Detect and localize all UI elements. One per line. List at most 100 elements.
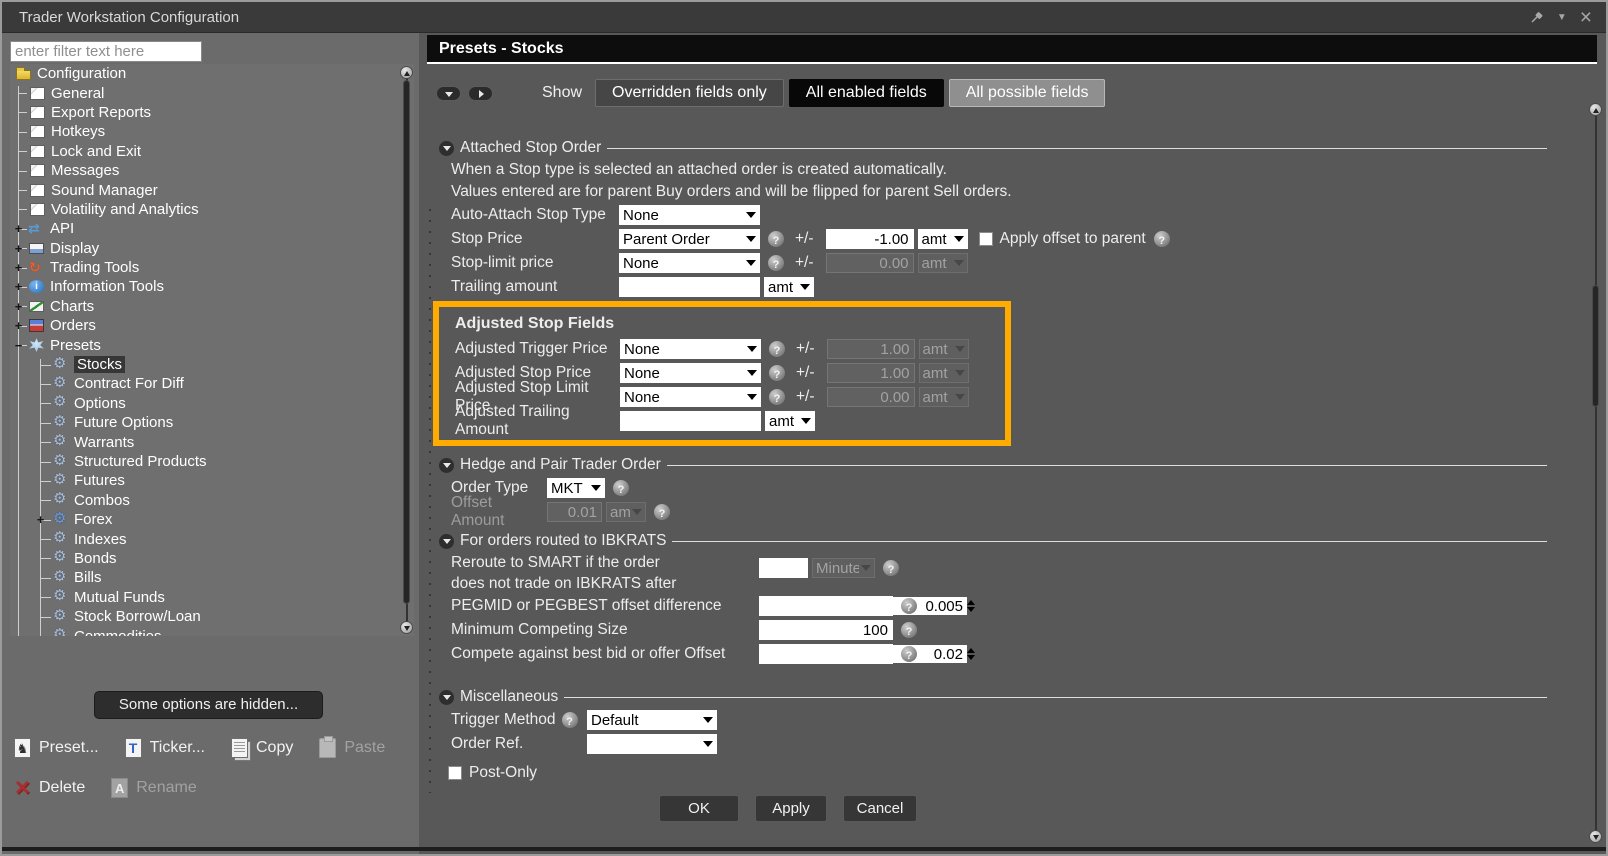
tree-item-general[interactable]: General <box>10 83 414 102</box>
tree-expander[interactable]: − <box>13 340 24 351</box>
spinner-arrows-icon[interactable] <box>967 600 978 612</box>
tree-item-messages[interactable]: Messages <box>10 161 414 180</box>
compete-offset-input[interactable] <box>760 645 967 663</box>
adjusted-trailing-unit-select[interactable]: amt <box>765 411 815 431</box>
cancel-button[interactable]: Cancel <box>843 795 917 822</box>
reroute-minutes-input[interactable] <box>759 558 808 578</box>
collapse-caret-icon[interactable] <box>439 690 454 705</box>
scroll-up-icon[interactable] <box>400 66 413 79</box>
spinner-arrows-icon[interactable] <box>967 648 978 660</box>
pegmid-offset-spinner[interactable] <box>759 596 893 616</box>
trigger-method-select[interactable]: Default <box>587 710 717 730</box>
help-icon[interactable] <box>613 480 629 496</box>
tree-item-sound-manager[interactable]: Sound Manager <box>10 180 414 199</box>
scrollbar-thumb[interactable] <box>403 80 410 604</box>
tree-item-stocks[interactable]: Stocks <box>10 355 414 374</box>
trailing-amount-unit-select[interactable]: amt <box>764 277 814 297</box>
collapse-caret-icon[interactable] <box>439 534 454 549</box>
tree-item-presets[interactable]: − Presets <box>10 335 414 354</box>
adjusted-stop-price-select[interactable]: None <box>620 363 761 383</box>
filter-all-possible-fields-button[interactable]: All possible fields <box>949 79 1106 107</box>
tree-item-information-tools[interactable]: + Information Tools <box>10 277 414 296</box>
help-icon[interactable] <box>769 365 785 381</box>
help-icon[interactable] <box>654 504 670 520</box>
apply-offset-to-parent-checkbox[interactable] <box>979 232 993 246</box>
help-icon[interactable] <box>901 598 917 614</box>
tree-item-futures[interactable]: Futures <box>10 471 414 490</box>
stop-price-select[interactable]: Parent Order <box>619 229 760 249</box>
help-icon[interactable] <box>1154 231 1170 247</box>
help-icon[interactable] <box>769 389 785 405</box>
tree-item-warrants[interactable]: Warrants <box>10 432 414 451</box>
tree-expander[interactable]: + <box>13 262 24 273</box>
tree-item-bonds[interactable]: Bonds <box>10 549 414 568</box>
tree-item-lock-and-exit[interactable]: Lock and Exit <box>10 142 414 161</box>
filter-overridden-fields-button[interactable]: Overridden fields only <box>595 79 784 107</box>
adjusted-trigger-price-select[interactable]: None <box>620 339 761 359</box>
help-icon[interactable] <box>883 560 899 576</box>
expand-all-sections-button[interactable] <box>468 86 493 101</box>
scroll-up-icon[interactable] <box>1589 103 1602 116</box>
scroll-down-icon[interactable] <box>400 621 413 634</box>
filter-all-enabled-fields-button[interactable]: All enabled fields <box>789 79 944 107</box>
adjusted-stop-limit-price-select[interactable]: None <box>620 387 761 407</box>
pegmid-offset-input[interactable] <box>760 597 967 615</box>
tree-item-mutual-funds[interactable]: Mutual Funds <box>10 588 414 607</box>
paste-button[interactable]: Paste <box>319 738 385 758</box>
help-icon[interactable] <box>901 646 917 662</box>
order-ref-select[interactable] <box>587 734 717 754</box>
tree-expander[interactable]: + <box>35 514 46 525</box>
tree-item-contract-for-diff[interactable]: Contract For Diff <box>10 374 414 393</box>
order-type-select[interactable]: MKT <box>547 478 605 498</box>
tree-expander[interactable]: + <box>13 281 24 292</box>
copy-button[interactable]: Copy <box>231 738 293 758</box>
options-hidden-button[interactable]: Some options are hidden... <box>94 691 323 719</box>
collapse-caret-icon[interactable] <box>439 458 454 473</box>
tree-item-orders[interactable]: + Orders <box>10 316 414 335</box>
help-icon[interactable] <box>562 712 578 728</box>
tree-item-stock-borrow-loan[interactable]: Stock Borrow/Loan <box>10 607 414 626</box>
pin-icon[interactable] <box>1529 10 1544 25</box>
scrollbar-thumb[interactable] <box>1592 285 1599 407</box>
post-only-checkbox[interactable] <box>448 766 462 780</box>
tree-item-configuration[interactable]: Configuration <box>10 64 414 83</box>
collapse-caret-icon[interactable] <box>439 141 454 156</box>
trailing-amount-input[interactable] <box>619 277 760 297</box>
tree-expander[interactable]: + <box>13 301 24 312</box>
collapse-all-sections-button[interactable] <box>436 86 461 101</box>
tree-expander[interactable]: + <box>13 320 24 331</box>
help-icon[interactable] <box>901 622 917 638</box>
tree-item-api[interactable]: + API <box>10 219 414 238</box>
filter-input[interactable] <box>10 41 202 62</box>
tree-item-indexes[interactable]: Indexes <box>10 529 414 548</box>
adjusted-trailing-amount-input[interactable] <box>620 411 761 431</box>
close-icon[interactable]: × <box>1580 10 1592 25</box>
tree-item-future-options[interactable]: Future Options <box>10 413 414 432</box>
scroll-down-icon[interactable] <box>1589 830 1602 843</box>
tree-scrollbar[interactable] <box>400 66 413 634</box>
tree-item-options[interactable]: Options <box>10 394 414 413</box>
rename-button[interactable]: Rename <box>111 778 196 798</box>
ok-button[interactable]: OK <box>659 795 739 822</box>
window-dropdown-arrow-icon[interactable]: ▼ <box>1557 12 1567 23</box>
stop-price-offset-input[interactable] <box>826 229 914 249</box>
tree-item-clipped[interactable]: Commodities <box>10 626 414 636</box>
tree-item-structured-products[interactable]: Structured Products <box>10 452 414 471</box>
tree-item-hotkeys[interactable]: Hotkeys <box>10 122 414 141</box>
help-icon[interactable] <box>769 341 785 357</box>
apply-button[interactable]: Apply <box>755 795 827 822</box>
ticker-button[interactable]: Ticker... <box>125 738 205 758</box>
delete-button[interactable]: Delete <box>14 778 85 798</box>
tree-item-combos[interactable]: Combos <box>10 491 414 510</box>
tree-item-forex[interactable]: + Forex <box>10 510 414 529</box>
stop-limit-price-select[interactable]: None <box>619 253 760 273</box>
tree-item-charts[interactable]: + Charts <box>10 297 414 316</box>
help-icon[interactable] <box>768 255 784 271</box>
tree-expander[interactable]: + <box>13 243 24 254</box>
preset-button[interactable]: Preset... <box>14 738 99 758</box>
help-icon[interactable] <box>768 231 784 247</box>
tree-item-volatility-analytics[interactable]: Volatility and Analytics <box>10 200 414 219</box>
auto-attach-stop-type-select[interactable]: None <box>619 205 760 225</box>
tree-item-trading-tools[interactable]: + Trading Tools <box>10 258 414 277</box>
tree-item-display[interactable]: + Display <box>10 239 414 258</box>
